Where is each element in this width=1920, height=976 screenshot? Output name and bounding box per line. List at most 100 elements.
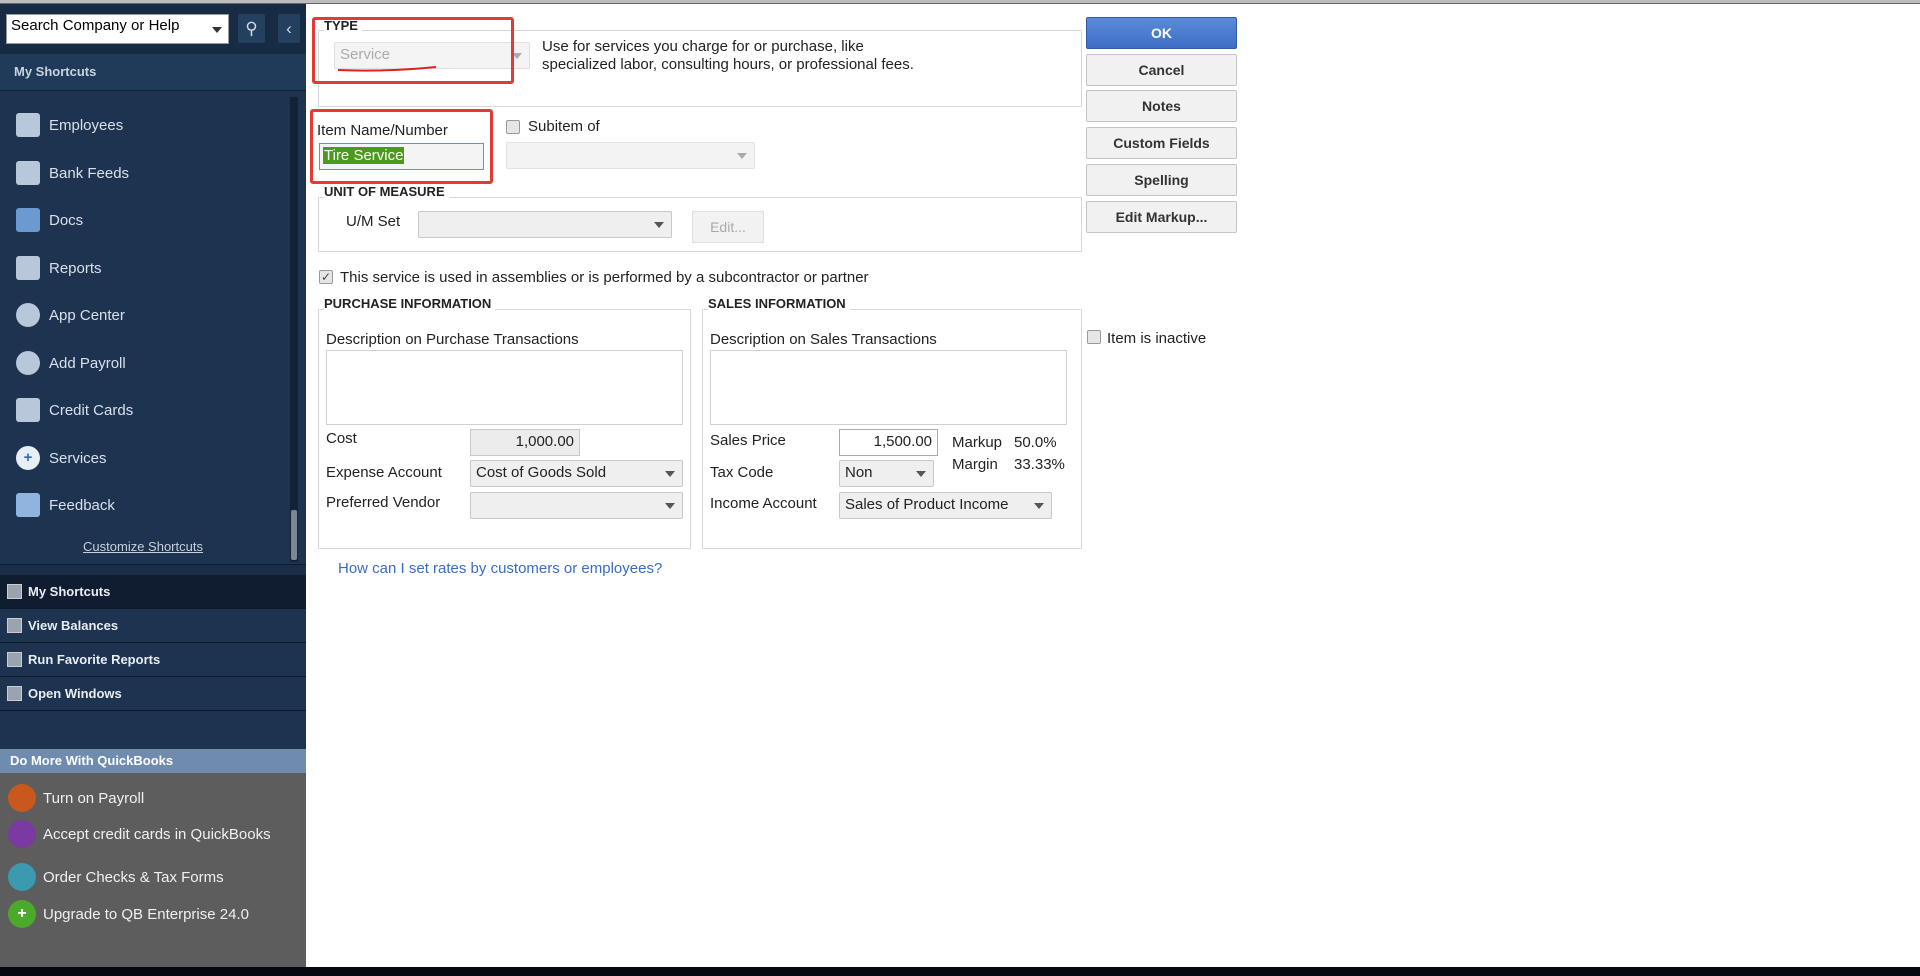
feedback-icon [16,493,40,517]
sales-desc-textarea[interactable] [710,350,1067,425]
sidebar-item-label: Reports [49,259,102,277]
document-icon [16,208,40,232]
sidebar-item-credit-cards[interactable]: Credit Cards [0,390,286,430]
do-more-order-checks[interactable]: Order Checks & Tax Forms [8,863,224,891]
sidebar-item-employees[interactable]: Employees [0,105,286,145]
scrollbar-thumb[interactable] [291,510,297,560]
expense-account-value: Cost of Goods Sold [476,464,607,481]
collapse-sidebar-button[interactable]: ‹ [278,14,300,43]
income-account-select[interactable]: Sales of Product Income [839,492,1052,519]
uom-edit-button[interactable]: Edit... [692,211,764,243]
sidebar-item-docs[interactable]: Docs [0,200,286,240]
sales-desc-label: Description on Sales Transactions [710,331,937,348]
chevron-down-icon [916,471,926,477]
preferred-vendor-select[interactable] [470,492,683,519]
do-more-header: Do More With QuickBooks [0,749,306,773]
subitem-label: Subitem of [528,118,600,135]
cost-input[interactable]: 1,000.00 [470,429,580,456]
search-button[interactable]: ⚲ [238,14,265,43]
sidebar-item-services[interactable]: + Services [0,438,286,478]
subitem-checkbox[interactable] [506,120,520,134]
preferred-vendor-label: Preferred Vendor [326,494,441,511]
employee-badge-icon [16,113,40,137]
margin-label: Margin [952,456,998,473]
highlight-box-type [312,17,514,84]
nav-my-shortcuts[interactable]: My Shortcuts [0,575,306,609]
chevron-down-icon[interactable] [212,27,222,33]
customize-shortcuts-link[interactable]: Customize Shortcuts [0,539,286,563]
sidebar-item-reports[interactable]: Reports [0,248,286,288]
edit-markup-button[interactable]: Edit Markup... [1086,201,1237,233]
nav-label: View Balances [28,618,119,633]
chevron-down-icon [1034,503,1044,509]
sidebar-item-add-payroll[interactable]: Add Payroll [0,343,286,383]
left-icon-bar: Search Company or Help ⚲ ‹ My Shortcuts … [0,4,306,971]
nav-label: My Shortcuts [28,584,111,599]
nav-view-balances[interactable]: View Balances [0,609,306,643]
markup-value: 50.0% [1014,434,1057,451]
sidebar-item-label: Employees [49,116,124,134]
tax-code-select[interactable]: Non [839,460,934,487]
ok-button[interactable]: OK [1086,17,1237,49]
chevron-down-icon [737,153,747,159]
do-more-turn-on-payroll[interactable]: Turn on Payroll [8,784,144,812]
chevron-down-icon [665,471,675,477]
type-description-line1: Use for services you charge for or purch… [542,38,864,55]
printer-icon [8,863,36,891]
tax-code-value: Non [845,464,873,481]
sidebar-item-label: Credit Cards [49,401,134,419]
uom-label: UNIT OF MEASURE [324,184,449,199]
bar-chart-icon [7,652,22,667]
tax-code-label: Tax Code [710,464,774,481]
do-more-label: Order Checks & Tax Forms [43,868,224,886]
search-input[interactable]: Search Company or Help [6,14,229,44]
window-icon [7,686,22,701]
search-bar: Search Company or Help ⚲ ‹ [0,4,306,54]
custom-fields-button[interactable]: Custom Fields [1086,127,1237,159]
do-more-label: Accept credit cards in QuickBooks [43,825,271,843]
payroll-icon [16,351,40,375]
sidebar-item-app-center[interactable]: App Center [0,295,286,335]
expense-account-select[interactable]: Cost of Goods Sold [470,460,683,487]
subitem-select[interactable] [506,142,755,169]
sidebar-item-label: Services [49,449,107,467]
inactive-label: Item is inactive [1107,330,1207,347]
markup-label: Markup [952,434,1003,451]
spelling-button[interactable]: Spelling [1086,164,1237,196]
sidebar-item-label: App Center [49,306,125,324]
app-center-icon [16,303,40,327]
nav-run-favorite-reports[interactable]: Run Favorite Reports [0,643,306,677]
nav-open-windows[interactable]: Open Windows [0,677,306,711]
assembly-checkbox[interactable]: ✓ [319,270,333,284]
do-more-upgrade[interactable]: + Upgrade to QB Enterprise 24.0 [8,900,249,928]
inactive-checkbox[interactable] [1087,330,1101,344]
sales-header: SALES INFORMATION [708,296,850,311]
sidebar-item-feedback[interactable]: Feedback [0,485,286,525]
search-icon: ⚲ [245,19,258,38]
cost-label: Cost [326,430,357,447]
do-more-label: Turn on Payroll [43,789,145,807]
uom-set-select[interactable] [418,211,672,238]
rates-help-link[interactable]: How can I set rates by customers or empl… [338,560,662,577]
income-account-label: Income Account [710,495,817,512]
do-more-panel: Turn on Payroll Accept credit cards in Q… [0,773,306,971]
shortcuts-scrollbar[interactable] [290,97,298,562]
balances-icon [7,618,22,633]
chevron-left-icon: ‹ [286,19,292,38]
payroll-icon [8,784,36,812]
sales-price-input[interactable]: 1,500.00 [839,429,938,456]
chevron-down-icon [654,222,664,228]
type-description-line2: specialized labor, consulting hours, or … [542,56,914,73]
sales-price-label: Sales Price [710,432,786,449]
uom-set-label: U/M Set [346,213,401,230]
shortcut-arrow-icon [7,584,22,599]
notes-button[interactable]: Notes [1086,90,1237,122]
purchase-header: PURCHASE INFORMATION [324,296,496,311]
do-more-label: Upgrade to QB Enterprise 24.0 [43,905,249,923]
sidebar-item-bank-feeds[interactable]: Bank Feeds [0,153,286,193]
cancel-button[interactable]: Cancel [1086,54,1237,86]
purchase-desc-textarea[interactable] [326,350,683,425]
bank-icon [16,161,40,185]
do-more-accept-credit-cards[interactable]: Accept credit cards in QuickBooks [8,820,271,848]
credit-card-icon [16,398,40,422]
